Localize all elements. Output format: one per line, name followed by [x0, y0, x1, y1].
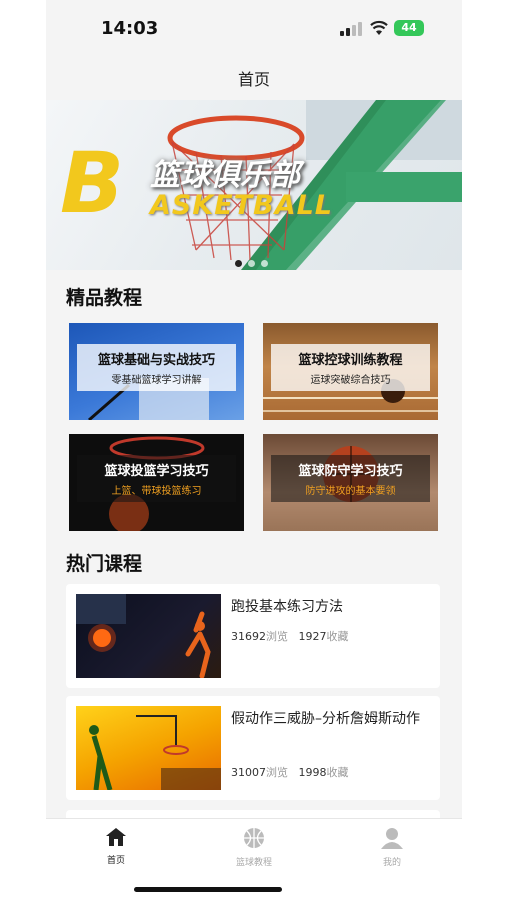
featured-heading: 精品教程	[66, 287, 143, 309]
featured-card-subtitle: 防守进攻的基本要领	[305, 486, 396, 497]
featured-card[interactable]: 篮球防守学习技巧 防守进攻的基本要领	[263, 434, 438, 531]
featured-card-title: 篮球基础与实战技巧	[97, 353, 215, 368]
status-bar: 14:03 44	[46, 0, 462, 58]
course-views-unit: 浏览	[266, 630, 288, 643]
featured-card[interactable]: 篮球投篮学习技巧 上篮、带球投篮练习	[69, 434, 244, 531]
home-icon	[106, 828, 126, 846]
tab-tutorials[interactable]: 篮球教程	[214, 827, 294, 868]
featured-card-title: 篮球投篮学习技巧	[104, 464, 209, 479]
wifi-icon	[370, 20, 388, 35]
carousel-dot[interactable]	[261, 260, 268, 267]
tab-home[interactable]: 首页	[76, 827, 156, 866]
course-title: 跑投基本练习方法	[231, 599, 343, 615]
basketball-icon	[244, 828, 264, 848]
phone-screen: 14:03 44 首页 B 篮球俱乐部 ASKETBALL 精品教程 篮球基础与…	[46, 0, 462, 900]
home-indicator[interactable]	[134, 887, 282, 892]
featured-card[interactable]: 篮球控球训练教程 运球突破综合技巧	[263, 323, 438, 420]
course-views-count: 31692	[231, 630, 266, 643]
course-views-unit: 浏览	[266, 766, 288, 779]
banner-subtitle: ASKETBALL	[150, 190, 334, 221]
featured-card-title: 篮球防守学习技巧	[298, 464, 403, 479]
players-silhouette-illustration	[89, 715, 221, 790]
featured-card-title: 篮球控球训练教程	[298, 353, 403, 368]
course-views-count: 31007	[231, 766, 266, 779]
course-favorites-count: 1927	[298, 630, 327, 643]
player-shooting-illustration	[76, 594, 211, 678]
featured-card[interactable]: 篮球基础与实战技巧 零基础篮球学习讲解	[69, 323, 244, 420]
tab-label: 首页	[106, 856, 125, 866]
status-time: 14:03	[101, 18, 159, 39]
course-card[interactable]: 跑投基本练习方法 31692浏览 1927收藏	[66, 584, 440, 688]
hero-banner[interactable]: B 篮球俱乐部 ASKETBALL	[46, 100, 462, 270]
person-icon	[381, 828, 403, 849]
carousel-indicator[interactable]	[232, 252, 271, 270]
carousel-dot[interactable]	[248, 260, 255, 267]
carousel-dot-active[interactable]	[235, 260, 242, 267]
course-card[interactable]: 假动作三威胁–分析詹姆斯动作 31007浏览 1998收藏	[66, 696, 440, 800]
course-thumbnail	[76, 594, 221, 678]
course-favorites-unit: 收藏	[326, 630, 349, 643]
course-stats: 31692浏览 1927收藏	[231, 628, 349, 644]
page-title: 首页	[237, 70, 270, 89]
featured-card-subtitle: 上篮、带球投篮练习	[111, 486, 202, 497]
course-favorites-count: 1998	[298, 766, 327, 779]
battery-indicator: 44	[394, 20, 424, 36]
course-favorites-unit: 收藏	[326, 766, 349, 779]
course-thumbnail	[76, 706, 221, 790]
course-title: 假动作三威胁–分析詹姆斯动作	[231, 711, 420, 727]
cellular-signal-icon	[340, 22, 362, 36]
tab-profile[interactable]: 我的	[352, 827, 432, 868]
featured-card-subtitle: 零基础篮球学习讲解	[111, 375, 202, 386]
tab-label: 我的	[382, 858, 401, 868]
tab-label: 篮球教程	[235, 858, 272, 868]
course-stats: 31007浏览 1998收藏	[231, 764, 349, 780]
banner-title: 篮球俱乐部	[150, 158, 300, 193]
featured-card-subtitle: 运球突破综合技巧	[310, 375, 391, 386]
popular-heading: 热门课程	[66, 553, 143, 575]
banner-logo-letter: B	[60, 134, 125, 232]
